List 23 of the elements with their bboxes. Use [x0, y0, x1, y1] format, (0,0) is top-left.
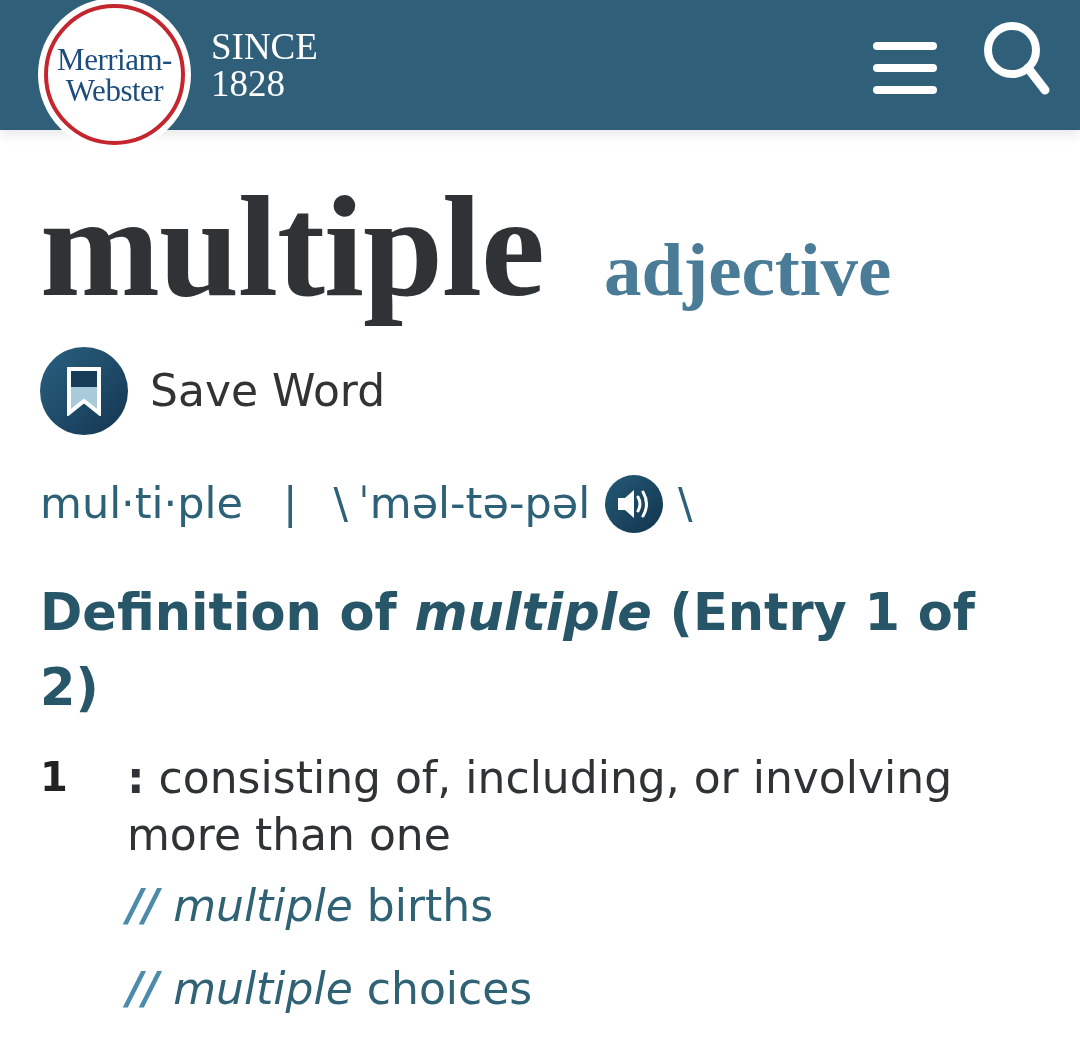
- tagline-text: 1828: [211, 65, 286, 102]
- search-button[interactable]: [984, 22, 1050, 96]
- search-icon: [984, 22, 1050, 96]
- menu-button[interactable]: [873, 42, 937, 94]
- save-word-label[interactable]: Save Word: [150, 368, 386, 413]
- logo-text: Webster: [65, 74, 164, 106]
- separator: |: [282, 482, 298, 526]
- headword: multiple: [40, 166, 544, 328]
- example-text: multiple choices: [173, 961, 533, 1016]
- definition-heading: Definition of multiple (Entry 1 of 2): [40, 581, 977, 719]
- tagline-text: SINCE: [211, 28, 318, 65]
- speaker-icon[interactable]: [605, 474, 664, 533]
- syllables: mul·ti·ple: [40, 482, 243, 526]
- pronunciation-mark: \: [678, 482, 693, 526]
- logo-text: Merriam-: [57, 43, 172, 75]
- example-text: multiple births: [173, 878, 494, 933]
- pronunciation-mark: \: [333, 482, 348, 526]
- bookmark-icon: [66, 365, 102, 416]
- menu-icon: [873, 42, 937, 94]
- part-of-speech[interactable]: adjective: [604, 227, 892, 314]
- sense-number: 1: [40, 752, 69, 802]
- pronunciation: ˈməl-tə-pəl: [357, 482, 591, 526]
- definition-text: : consisting of, including, or involving more than one: [127, 750, 954, 862]
